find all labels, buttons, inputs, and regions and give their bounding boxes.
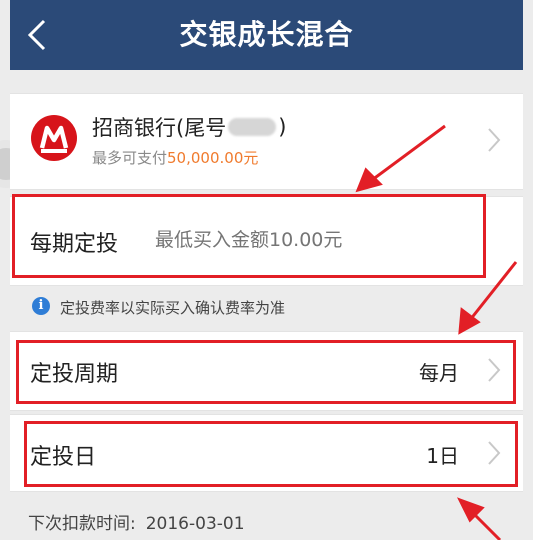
info-icon: i xyxy=(32,297,50,315)
fee-notice-text: 定投费率以实际买入确认费率为准 xyxy=(60,299,286,317)
highlight-box-amount xyxy=(12,194,486,278)
app-header: 交银成长混合 xyxy=(10,0,523,70)
arrow-icon xyxy=(456,497,502,540)
masked-card-number xyxy=(228,118,277,136)
chevron-right-icon xyxy=(488,128,501,152)
highlight-box-period xyxy=(16,340,516,404)
bank-name-suffix: ) xyxy=(278,115,287,139)
next-deduct-time: 下次扣款时间: 2016-03-01 xyxy=(28,509,245,534)
payment-limit: 最多可支付50,000.00元 xyxy=(92,147,258,168)
bank-name: 招商银行(尾号 ) xyxy=(92,112,286,142)
payment-limit-label: 最多可支付 xyxy=(92,149,168,167)
payment-limit-amount: 50,000.00元 xyxy=(167,149,259,167)
next-deduct-date: 2016-03-01 xyxy=(145,514,245,534)
fee-notice: i 定投费率以实际买入确认费率为准 xyxy=(10,287,523,327)
bank-name-prefix: 招商银行(尾号 xyxy=(92,116,227,140)
highlight-box-day xyxy=(24,421,518,487)
payment-card[interactable]: 招商银行(尾号 ) 最多可支付50,000.00元 xyxy=(10,93,523,190)
next-deduct-label: 下次扣款时间: xyxy=(28,514,136,534)
page-title: 交银成长混合 xyxy=(179,18,354,51)
cmb-bank-logo xyxy=(31,115,77,161)
